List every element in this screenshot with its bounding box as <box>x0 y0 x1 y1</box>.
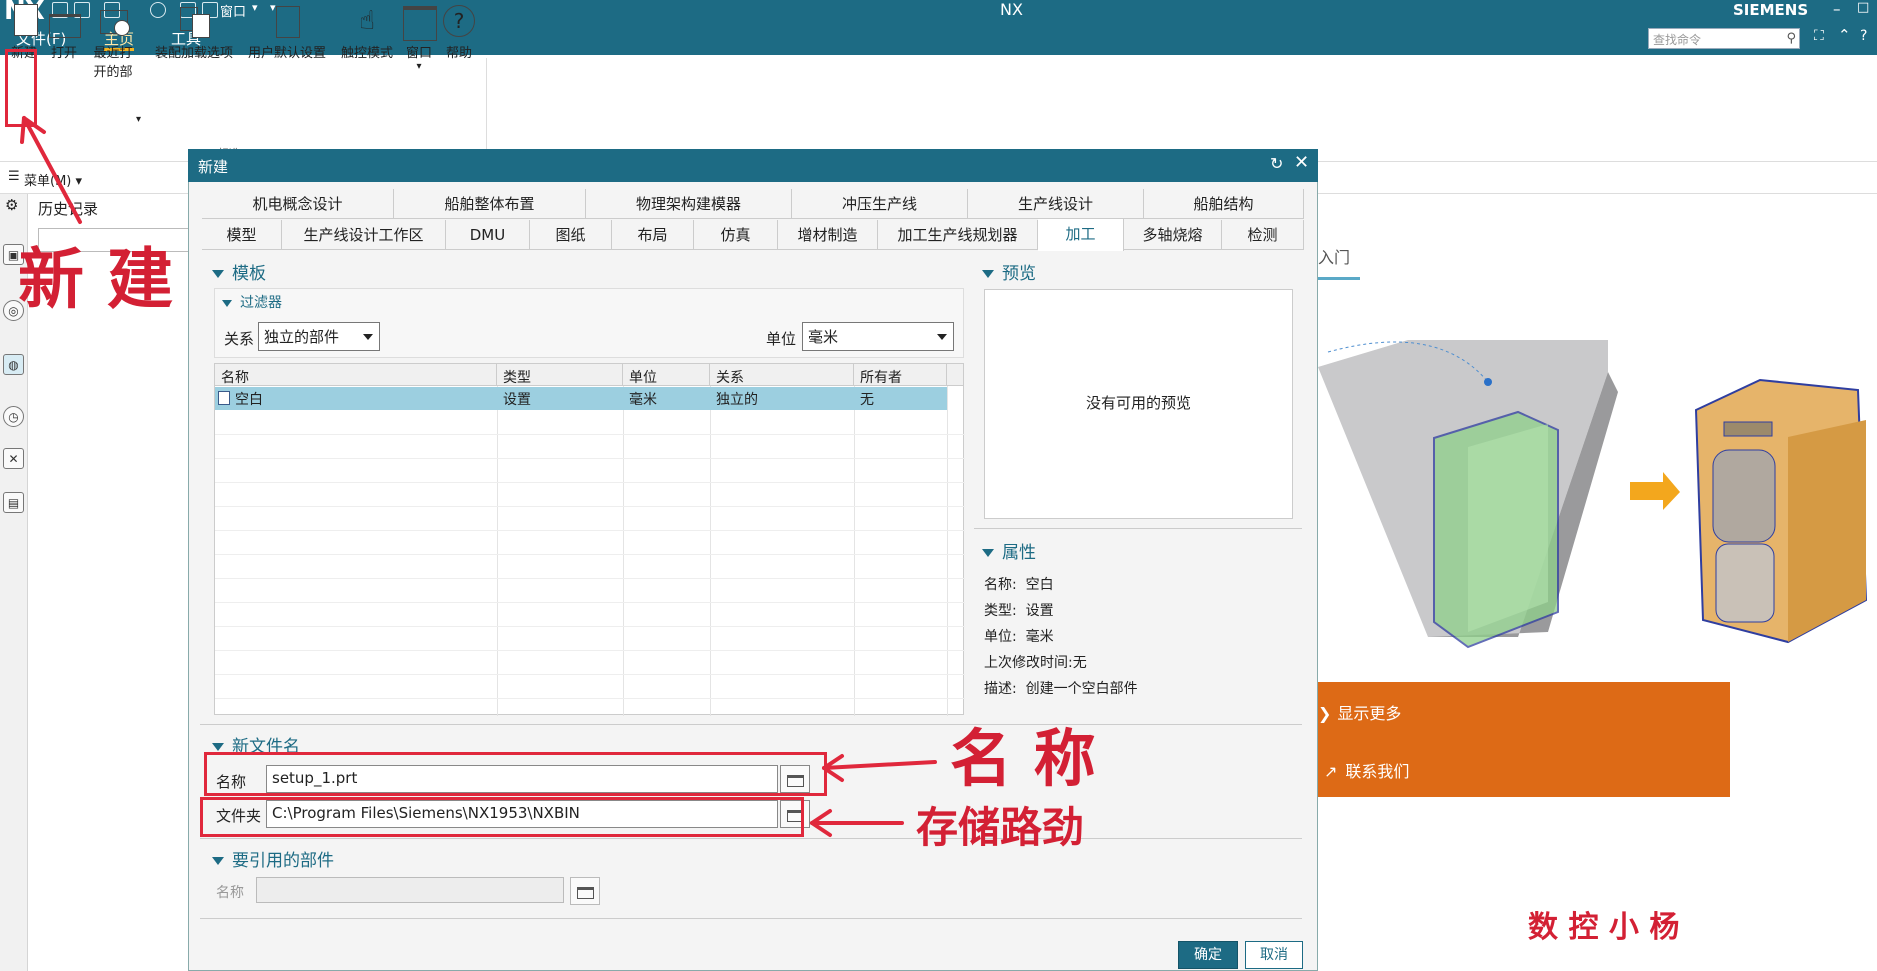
signature: 数 控 小 杨 <box>1528 910 1680 945</box>
annotation-path: 存储路劲 <box>916 803 1085 852</box>
annotation-new: 新 建 <box>18 240 173 318</box>
annotation-name: 名 称 <box>950 722 1096 795</box>
